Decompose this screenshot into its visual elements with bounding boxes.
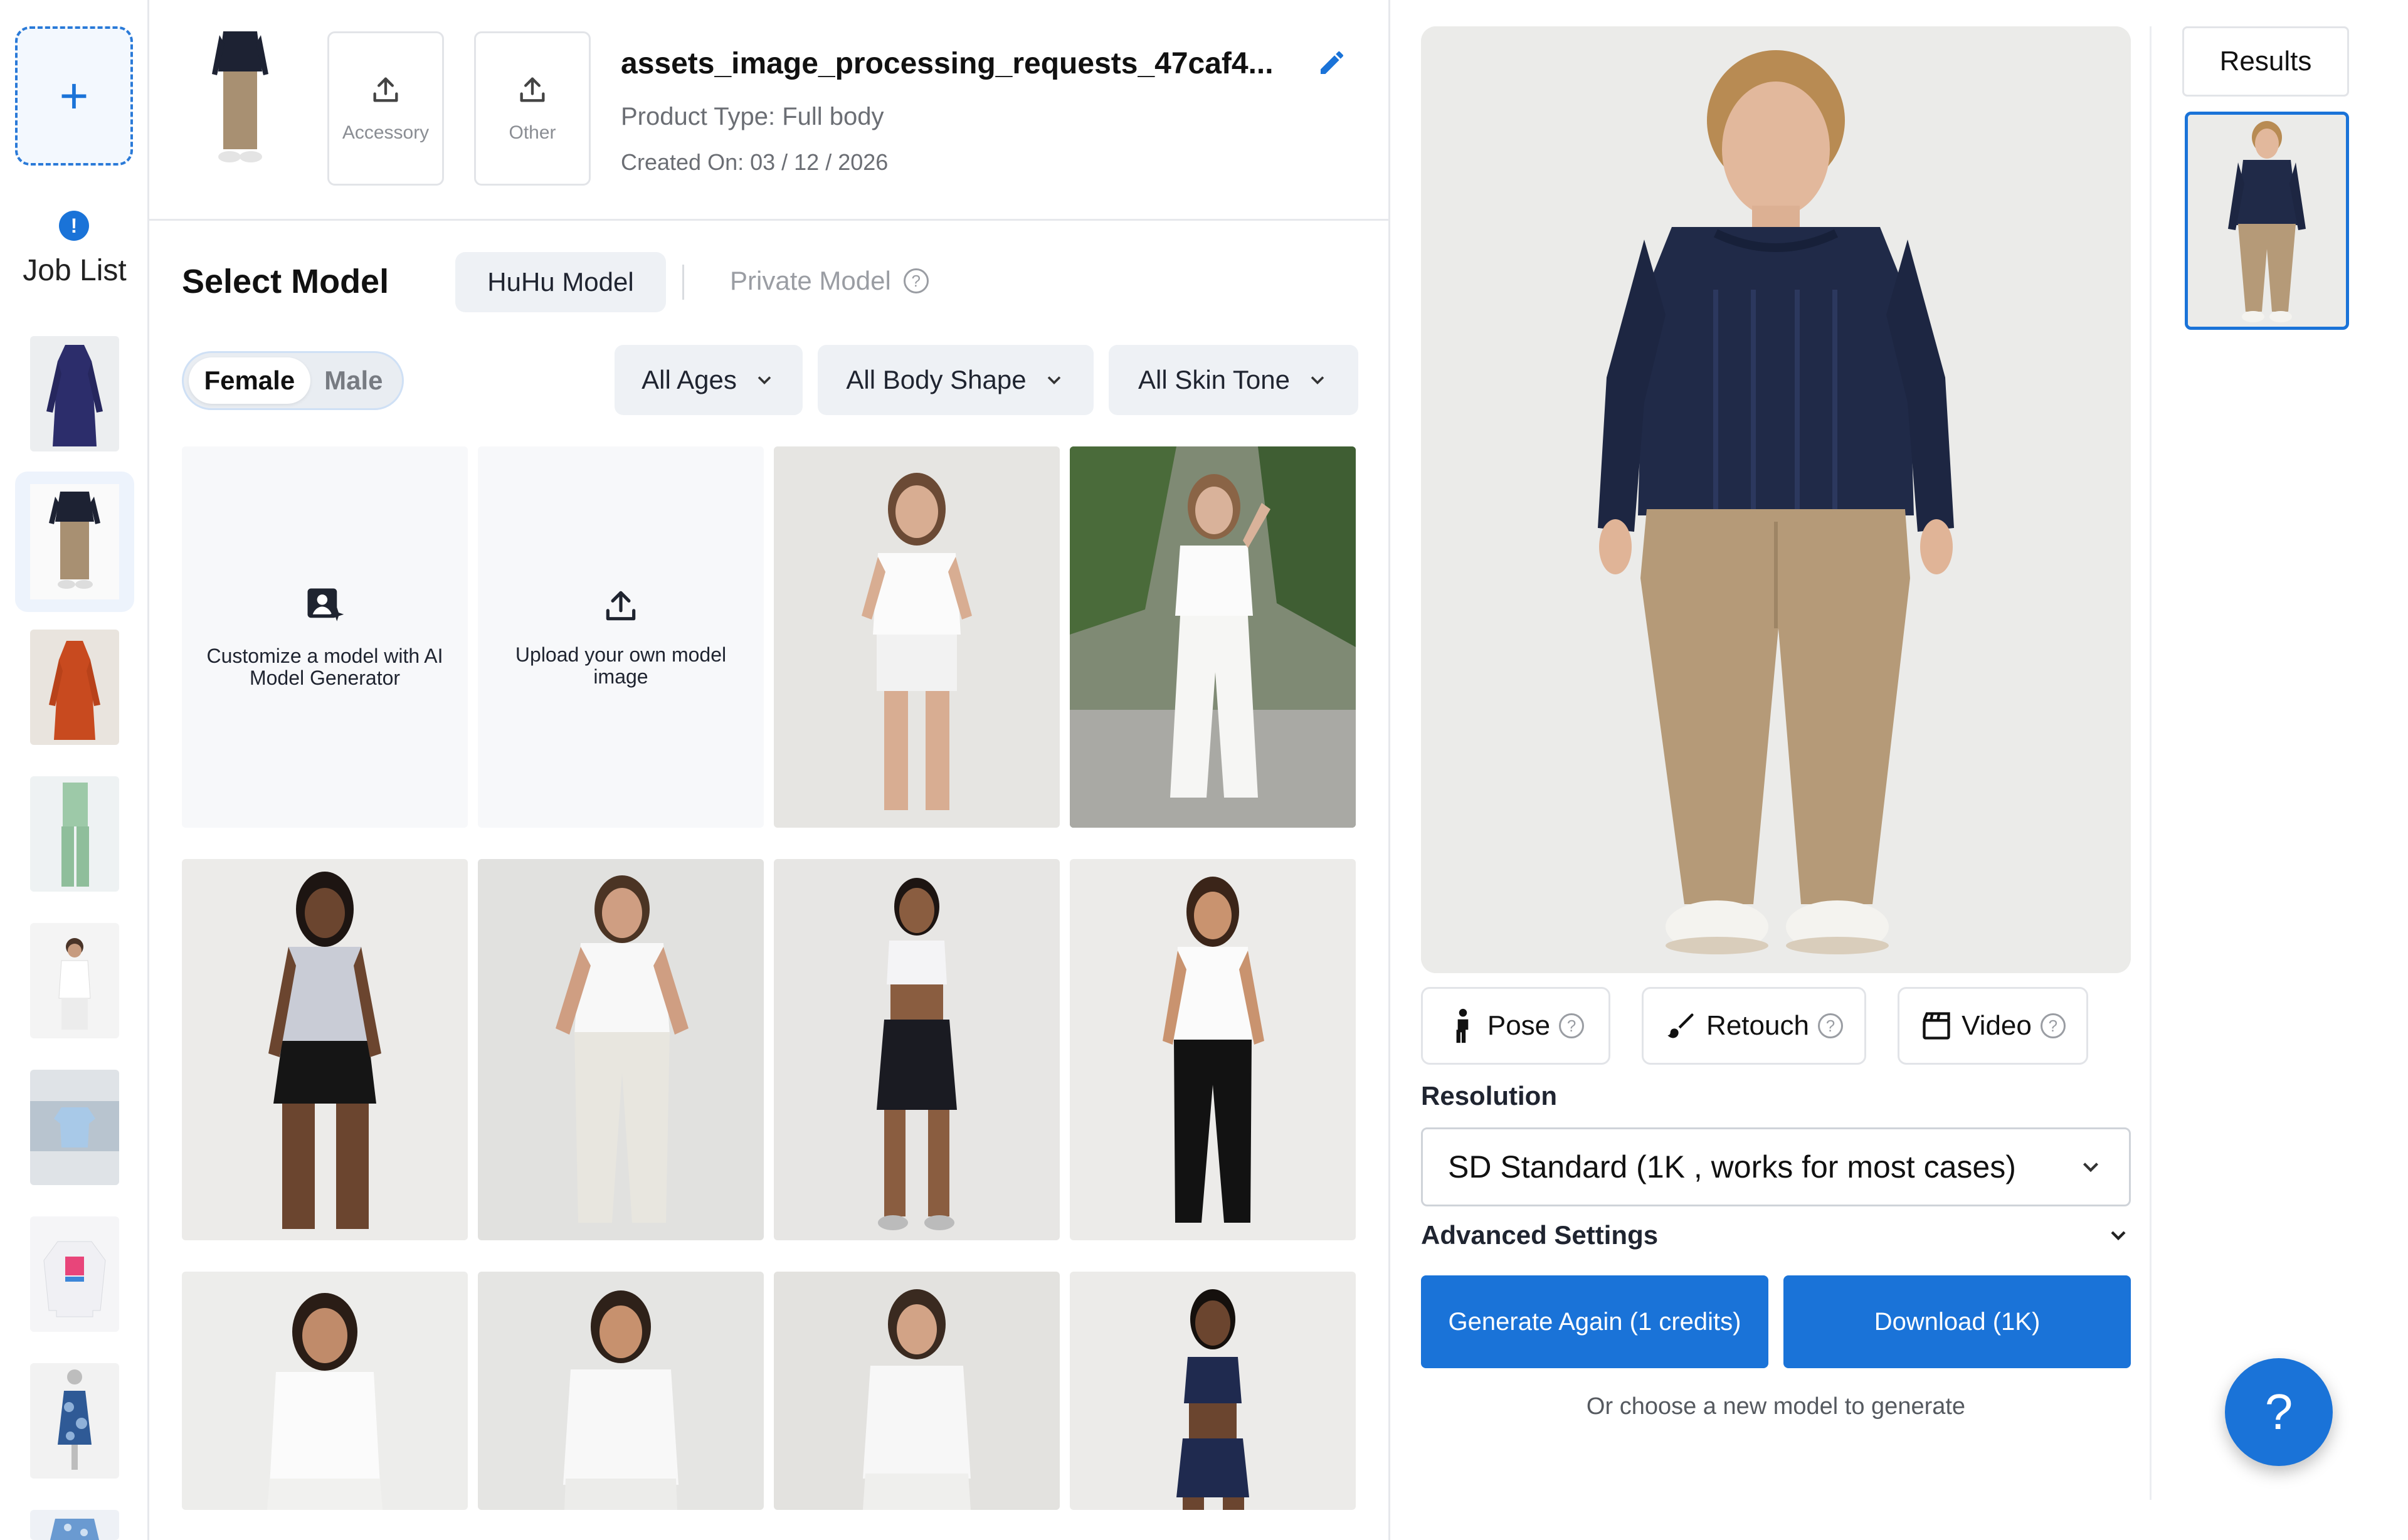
- alert-icon: !: [59, 211, 89, 241]
- model-card[interactable]: [182, 859, 468, 1240]
- filter-skin-tone-label: All Skin Tone: [1138, 365, 1291, 394]
- advanced-settings-label: Advanced Settings: [1421, 1220, 1659, 1250]
- retouch-label: Retouch: [1706, 1010, 1809, 1041]
- model-card[interactable]: [1070, 1272, 1356, 1510]
- job-thumb-3[interactable]: [30, 630, 119, 745]
- filter-skin-tone-dropdown[interactable]: All Skin Tone: [1109, 345, 1358, 415]
- job-thumb-2-active[interactable]: [15, 472, 134, 612]
- select-model-title: Select Model: [182, 263, 389, 300]
- model-card[interactable]: [478, 1272, 764, 1510]
- customize-model-card[interactable]: Customize a model with AI Model Generato…: [182, 446, 468, 828]
- job-thumb-6[interactable]: [30, 1070, 119, 1185]
- job-rail: + ! Job List: [0, 0, 149, 1540]
- product-type: Product Type: Full body: [621, 103, 884, 130]
- model-card[interactable]: [774, 446, 1060, 828]
- generated-image-preview: [1421, 26, 2131, 973]
- results-divider: [2150, 26, 2152, 1500]
- resolution-label: Resolution: [1421, 1081, 1557, 1110]
- product-header: Accessory Other assets_image_processing_…: [149, 0, 1388, 221]
- model-card[interactable]: [774, 859, 1060, 1240]
- chevron-down-icon: [1311, 376, 1324, 385]
- model-card[interactable]: [1070, 859, 1356, 1240]
- job-thumb-1[interactable]: [30, 336, 119, 451]
- help-circle-icon[interactable]: ?: [1817, 1013, 1843, 1038]
- upload-accessory-button[interactable]: Accessory: [327, 31, 444, 186]
- job-thumb-8[interactable]: [30, 1363, 119, 1479]
- customize-model-text: Customize a model with AI Model Generato…: [206, 644, 443, 689]
- tab-huhu-model[interactable]: HuHu Model: [455, 252, 666, 312]
- upload-own-model-text: Upload your own model image: [515, 643, 727, 688]
- retouch-button[interactable]: Retouch ?: [1642, 987, 1866, 1065]
- upload-other-label: Other: [509, 122, 556, 143]
- chevron-down-icon: [758, 376, 771, 385]
- job-thumb-5[interactable]: [30, 923, 119, 1038]
- filter-ages-label: All Ages: [642, 365, 737, 394]
- ai-model-generator-icon: [307, 588, 344, 621]
- help-chat-button[interactable]: ?: [2225, 1358, 2333, 1466]
- tab-private-label: Private Model: [730, 266, 891, 295]
- chevron-down-icon: [1047, 376, 1060, 385]
- product-title: assets_image_processing_requests_47caf4.…: [621, 47, 1274, 80]
- clapperboard-icon: [1923, 1012, 1950, 1040]
- model-card[interactable]: [182, 1272, 468, 1510]
- job-thumb-9[interactable]: [30, 1510, 119, 1540]
- gender-female-option[interactable]: Female: [189, 357, 310, 404]
- generate-again-button[interactable]: Generate Again (1 credits): [1421, 1275, 1768, 1368]
- help-circle-icon[interactable]: ?: [903, 268, 929, 293]
- pose-person-icon: [1456, 1008, 1469, 1043]
- gender-toggle: Female Male: [182, 351, 404, 410]
- upload-icon: [520, 77, 545, 102]
- job-thumb-4[interactable]: [30, 776, 119, 892]
- chevron-down-icon: [2111, 1231, 2126, 1241]
- model-card[interactable]: [774, 1272, 1060, 1510]
- resolution-selected-value: SD Standard (1K , works for most cases): [1448, 1149, 2016, 1184]
- upload-own-model-card[interactable]: Upload your own model image: [478, 446, 764, 828]
- product-thumbnail: [206, 25, 275, 169]
- gender-male-option[interactable]: Male: [310, 357, 397, 404]
- filter-ages-dropdown[interactable]: All Ages: [615, 345, 803, 415]
- filter-body-shape-dropdown[interactable]: All Body Shape: [818, 345, 1094, 415]
- help-circle-icon[interactable]: ?: [1559, 1013, 1585, 1038]
- tab-private-model[interactable]: Private Model ?: [730, 266, 929, 296]
- job-list-label: Job List: [23, 254, 127, 287]
- brush-icon: [1667, 1013, 1694, 1038]
- tab-separator: [682, 265, 684, 300]
- model-card[interactable]: [1070, 446, 1356, 828]
- plus-icon: +: [59, 68, 89, 124]
- new-job-button[interactable]: +: [15, 26, 133, 166]
- download-button[interactable]: Download (1K): [1783, 1275, 2131, 1368]
- upload-other-button[interactable]: Other: [474, 31, 591, 186]
- advanced-settings-toggle[interactable]: Advanced Settings: [1421, 1220, 2131, 1250]
- video-label: Video: [1962, 1010, 2032, 1041]
- pose-label: Pose: [1487, 1010, 1551, 1041]
- result-thumbnail-selected[interactable]: [2185, 112, 2349, 330]
- upload-icon: [606, 591, 636, 621]
- pose-button[interactable]: Pose ?: [1421, 987, 1610, 1065]
- job-thumb-7[interactable]: [30, 1216, 119, 1332]
- upload-icon: [373, 77, 398, 102]
- filter-body-shape-label: All Body Shape: [846, 365, 1027, 394]
- help-circle-icon[interactable]: ?: [2040, 1013, 2066, 1038]
- results-button[interactable]: Results: [2182, 26, 2349, 97]
- model-card[interactable]: [478, 859, 764, 1240]
- chevron-down-icon: [2083, 1163, 2098, 1173]
- resolution-select[interactable]: SD Standard (1K , works for most cases): [1421, 1127, 2131, 1206]
- upload-accessory-label: Accessory: [342, 122, 430, 143]
- choose-model-hint: Or choose a new model to generate: [1586, 1393, 1966, 1420]
- product-created-date: Created On: 03 / 12 / 2026: [621, 149, 889, 175]
- edit-title-icon[interactable]: [1317, 48, 1347, 81]
- video-button[interactable]: Video ?: [1898, 987, 2088, 1065]
- panel-divider: [1388, 0, 1390, 1540]
